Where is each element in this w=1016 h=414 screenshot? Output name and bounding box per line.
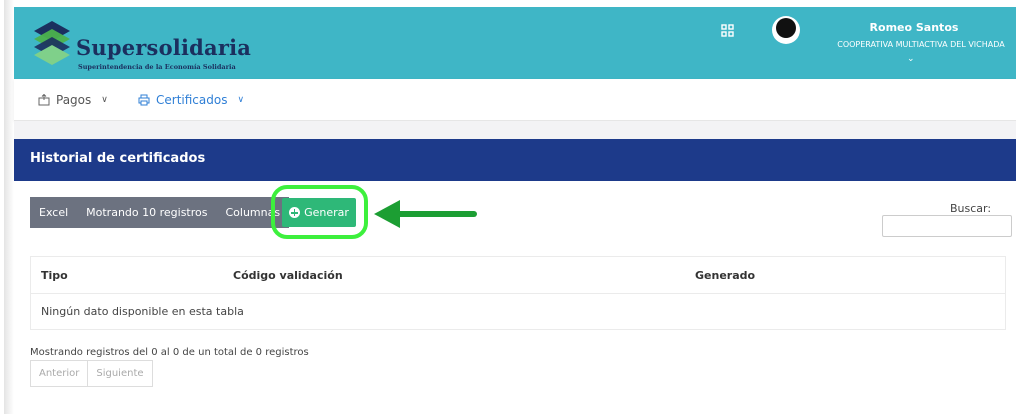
- user-avatar-icon[interactable]: [772, 16, 800, 44]
- nav-item-certificados[interactable]: Certificados ∨: [138, 93, 244, 107]
- page: Supersolidaria Superintendencia de la Ec…: [0, 0, 1016, 414]
- top-header: Supersolidaria Superintendencia de la Ec…: [14, 7, 1016, 79]
- chevron-down-icon: ∨: [237, 95, 245, 105]
- column-header-generado[interactable]: Generado: [695, 269, 755, 282]
- table-row: Ningún dato disponible en esta tabla: [31, 294, 1005, 329]
- apps-icon[interactable]: [721, 24, 735, 38]
- certificates-table: Tipo Código validación Generado Ningún d…: [30, 256, 1006, 330]
- table-toolbar: Excel Motrando 10 registros Columnas: [30, 197, 290, 228]
- panel-header: Historial de certificados: [14, 139, 1016, 181]
- nav-item-label: Pagos: [56, 93, 92, 107]
- content-gap: [14, 121, 1016, 139]
- brand-name: Supersolidaria: [76, 35, 252, 60]
- nav-item-pagos[interactable]: Pagos ∨: [38, 93, 108, 107]
- page-length-button[interactable]: Motrando 10 registros: [77, 197, 217, 228]
- column-header-tipo[interactable]: Tipo: [41, 269, 68, 282]
- user-name[interactable]: Romeo Santos: [862, 21, 966, 34]
- supersolidaria-logo-icon: [34, 21, 70, 65]
- pagination: Anterior Siguiente: [30, 360, 153, 387]
- nav-item-label: Certificados: [156, 93, 228, 107]
- payments-icon: [38, 94, 50, 106]
- printer-icon: [138, 94, 150, 106]
- chevron-down-icon: ∨: [101, 95, 108, 105]
- page-edge: [4, 0, 14, 414]
- table-info: Mostrando registros del 0 al 0 de un tot…: [30, 347, 309, 358]
- user-menu-chevron-icon[interactable]: ⌄: [907, 54, 915, 64]
- search-input[interactable]: [882, 215, 1012, 237]
- column-header-codigo[interactable]: Código validación: [233, 269, 343, 282]
- previous-button[interactable]: Anterior: [30, 360, 89, 387]
- search-label: Buscar:: [950, 202, 992, 215]
- empty-message: Ningún dato disponible en esta tabla: [41, 305, 244, 318]
- brand-subtitle: Superintendencia de la Economía Solidari…: [78, 63, 236, 71]
- avatar-silhouette: [776, 18, 796, 38]
- main-nav: Pagos ∨ Certificados ∨: [14, 79, 1016, 121]
- excel-export-button[interactable]: Excel: [30, 197, 78, 228]
- panel-title: Historial de certificados: [30, 151, 206, 166]
- user-organization[interactable]: COOPERATIVA MULTIACTIVA DEL VICHADA: [826, 40, 1016, 49]
- highlight-ring: [271, 185, 368, 239]
- next-button[interactable]: Siguiente: [88, 360, 153, 387]
- table-header: Tipo Código validación Generado: [31, 257, 1005, 294]
- pointer-arrow-icon: [374, 200, 477, 228]
